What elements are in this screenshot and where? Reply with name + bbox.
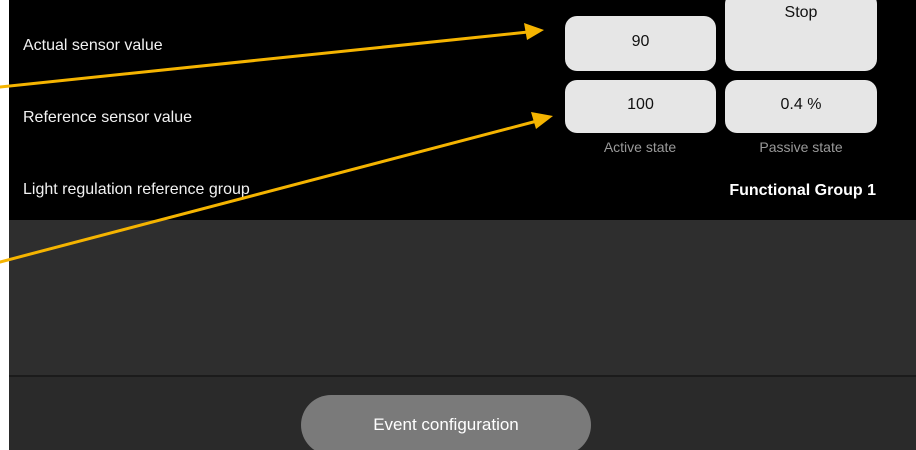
actual-sensor-label: Actual sensor value xyxy=(23,37,163,54)
event-configuration-button[interactable]: Event configuration xyxy=(301,395,591,450)
reference-sensor-label: Reference sensor value xyxy=(23,109,192,126)
passive-state-value-box[interactable]: 0.4 % xyxy=(725,80,877,133)
passive-state-value: 0.4 % xyxy=(780,96,822,113)
stop-button[interactable]: Stop xyxy=(725,0,877,71)
screen: Actual sensor value Reference sensor val… xyxy=(0,0,916,450)
reference-sensor-value-box[interactable]: 100 xyxy=(565,80,716,133)
actual-sensor-value-box[interactable]: 90 xyxy=(565,16,716,71)
passive-state-caption: Passive state xyxy=(759,139,843,155)
light-regulation-group-value[interactable]: Functional Group 1 xyxy=(729,182,876,200)
light-regulation-group-label: Light regulation reference group xyxy=(23,181,250,198)
actual-sensor-value: 90 xyxy=(631,33,650,50)
reference-sensor-value: 100 xyxy=(627,96,654,113)
stop-label: Stop xyxy=(784,4,818,21)
active-state-caption: Active state xyxy=(603,139,677,155)
empty-panel xyxy=(9,220,916,376)
